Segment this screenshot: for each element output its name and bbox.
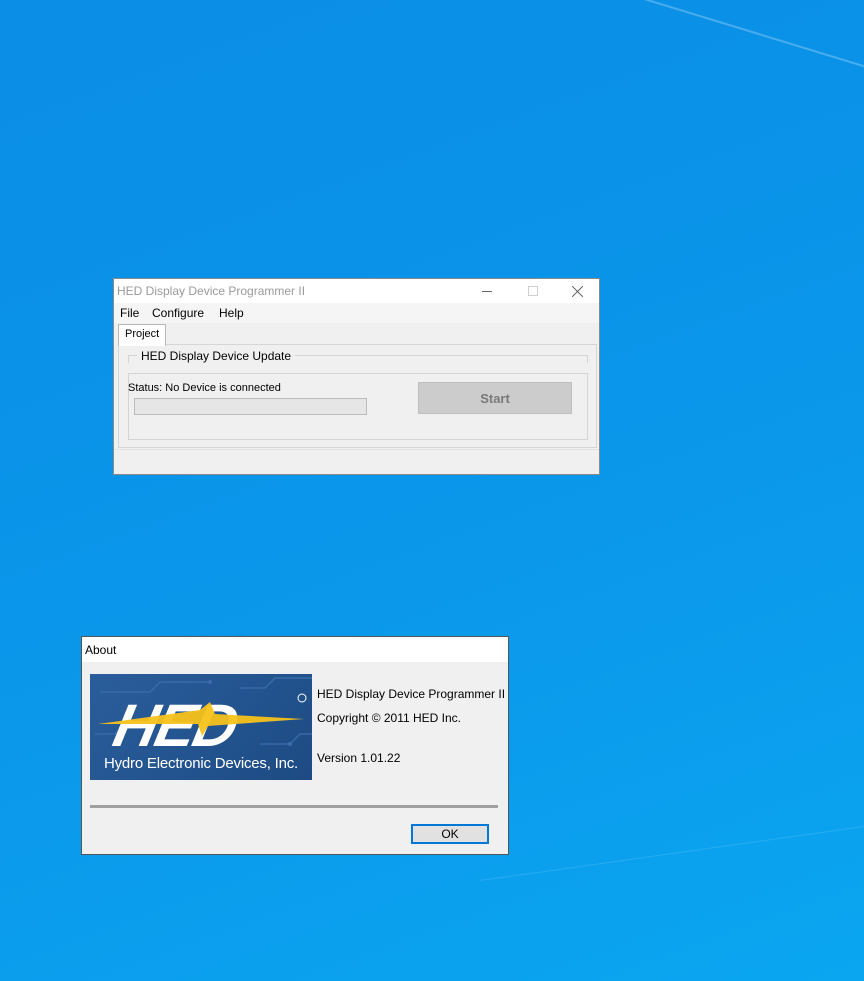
about-title-bar[interactable]: About bbox=[82, 637, 508, 662]
tab-project[interactable]: Project bbox=[118, 324, 167, 346]
menu-bar: File Configure Help bbox=[114, 303, 599, 323]
title-bar[interactable]: HED Display Device Programmer II bbox=[114, 279, 599, 303]
start-button[interactable]: Start bbox=[418, 382, 572, 414]
close-icon bbox=[572, 285, 584, 297]
ok-button[interactable]: OK bbox=[411, 824, 489, 844]
menu-file[interactable]: File bbox=[120, 306, 139, 320]
about-title: About bbox=[85, 643, 117, 657]
about-dialog: About HED Hydro Electronic Devices, Inc.… bbox=[81, 636, 509, 855]
desktop-light-streak-lower bbox=[480, 821, 864, 881]
about-divider bbox=[90, 805, 498, 808]
desktop-light-streak bbox=[519, 0, 864, 85]
logo-mark-text: HED bbox=[108, 692, 244, 759]
maximize-icon bbox=[528, 286, 538, 296]
update-group-title: HED Display Device Update bbox=[137, 349, 296, 363]
hed-logo: HED Hydro Electronic Devices, Inc. bbox=[90, 674, 312, 780]
window-title: HED Display Device Programmer II bbox=[117, 284, 306, 298]
close-button[interactable] bbox=[555, 279, 601, 303]
menu-help[interactable]: Help bbox=[219, 306, 244, 320]
maximize-button[interactable] bbox=[510, 279, 556, 303]
minimize-icon bbox=[482, 290, 492, 292]
about-product-name: HED Display Device Programmer II bbox=[317, 687, 506, 701]
about-copyright: Copyright © 2011 HED Inc. bbox=[317, 711, 462, 725]
minimize-button[interactable] bbox=[464, 279, 510, 303]
menu-configure[interactable]: Configure bbox=[152, 306, 204, 320]
about-version: Version 1.01.22 bbox=[317, 751, 401, 765]
update-progress-bar bbox=[134, 398, 367, 415]
status-label: Status: No Device is connected bbox=[128, 382, 281, 394]
logo-tagline: Hydro Electronic Devices, Inc. bbox=[103, 755, 299, 772]
main-window: HED Display Device Programmer II File Co… bbox=[113, 278, 600, 475]
status-bar bbox=[114, 449, 599, 474]
